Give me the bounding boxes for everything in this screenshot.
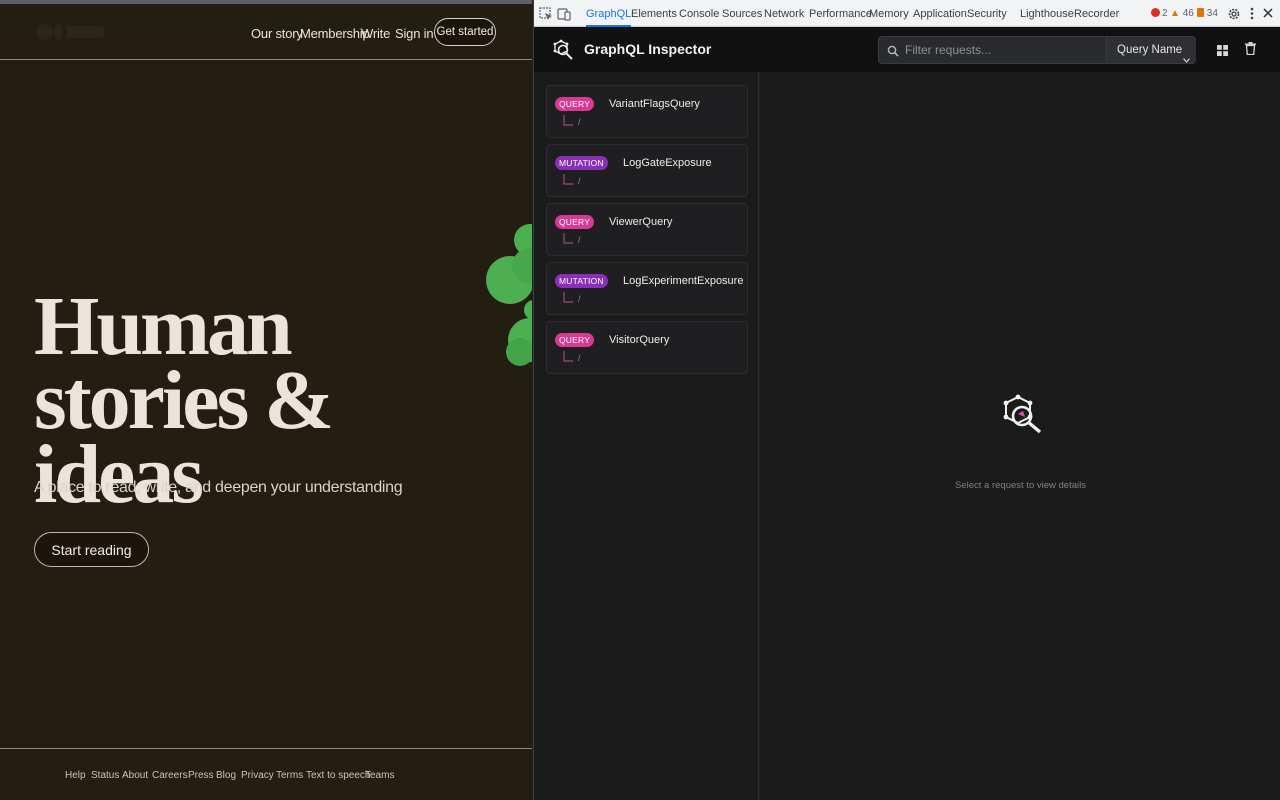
- site-header: Our story Membership Write Sign in Get s…: [0, 4, 532, 60]
- footer-link-blog[interactable]: Blog: [216, 770, 236, 781]
- tab-lighthouse[interactable]: Lighthouse: [1020, 0, 1074, 27]
- request-item[interactable]: QUERY VisitorQuery /: [546, 321, 748, 374]
- nav-sign-in[interactable]: Sign in: [395, 26, 434, 41]
- chevron-down-icon: [1183, 47, 1190, 63]
- search-icon: [887, 44, 899, 57]
- site-logo[interactable]: [36, 22, 106, 42]
- branch-connector-icon: [563, 114, 575, 126]
- request-path: /: [578, 294, 581, 304]
- kebab-menu-icon[interactable]: [1249, 6, 1255, 21]
- warning-icon: ▲: [1170, 8, 1180, 19]
- footer-link-careers[interactable]: Careers: [152, 770, 188, 781]
- error-count[interactable]: 2: [1151, 8, 1168, 20]
- footer-link-teams[interactable]: Teams: [365, 770, 394, 781]
- layout-grid-icon[interactable]: [1217, 43, 1228, 56]
- tab-performance[interactable]: Performance: [809, 0, 872, 27]
- clear-trash-icon[interactable]: [1245, 42, 1256, 56]
- tab-memory[interactable]: Memory: [869, 0, 909, 27]
- request-name: ViewerQuery: [609, 216, 673, 228]
- query-badge: QUERY: [555, 215, 595, 229]
- request-item[interactable]: MUTATION LogExperimentExposure /: [546, 262, 748, 315]
- footer-link-privacy[interactable]: Privacy: [241, 770, 274, 781]
- branch-connector-icon: [563, 291, 575, 303]
- filter-type-value: Query Name: [1117, 44, 1183, 56]
- tab-graphql[interactable]: GraphQL: [586, 0, 632, 27]
- tab-recorder[interactable]: Recorder: [1074, 0, 1119, 27]
- tab-application[interactable]: Application: [913, 0, 967, 27]
- request-name: VariantFlagsQuery: [609, 98, 700, 110]
- footer-link-about[interactable]: About: [122, 770, 148, 781]
- close-devtools-icon[interactable]: [1261, 6, 1275, 20]
- site-footer: Help Status About Careers Press Blog Pri…: [0, 748, 532, 800]
- inspect-element-icon[interactable]: [539, 7, 553, 21]
- request-item[interactable]: MUTATION LogGateExposure /: [546, 144, 748, 197]
- request-path: /: [578, 176, 581, 186]
- request-name: VisitorQuery: [609, 334, 670, 346]
- devtools-panel: GraphQL Elements Console Sources Network…: [533, 0, 1280, 800]
- tab-sources[interactable]: Sources: [722, 0, 762, 27]
- request-item[interactable]: QUERY VariantFlagsQuery /: [546, 85, 748, 138]
- filter-requests-input[interactable]: [905, 37, 1105, 63]
- warning-count[interactable]: ▲ 46: [1170, 8, 1194, 20]
- device-toolbar-icon[interactable]: [557, 7, 571, 21]
- filter-type-select[interactable]: Query Name: [1106, 37, 1196, 63]
- mutation-badge: MUTATION: [555, 156, 608, 170]
- request-path: /: [578, 353, 581, 363]
- settings-gear-icon[interactable]: [1227, 7, 1241, 21]
- warning-count-value: 46: [1182, 8, 1194, 19]
- request-path: /: [578, 235, 581, 245]
- request-list: QUERY VariantFlagsQuery / MUTATION LogGa…: [534, 72, 759, 800]
- query-badge: QUERY: [555, 333, 595, 347]
- issues-count-value: 34: [1206, 8, 1218, 19]
- error-count-value: 2: [1162, 8, 1168, 19]
- query-badge: QUERY: [555, 97, 595, 111]
- tab-security[interactable]: Security: [967, 0, 1007, 27]
- footer-link-press[interactable]: Press: [188, 770, 214, 781]
- inspector-header: GraphQL Inspector Query Name: [534, 27, 1280, 72]
- empty-state-message: Select a request to view details: [955, 480, 1086, 491]
- request-path: /: [578, 117, 581, 127]
- inspector-title: GraphQL Inspector: [584, 41, 712, 57]
- request-item[interactable]: QUERY ViewerQuery /: [546, 203, 748, 256]
- request-name: LogGateExposure: [623, 157, 712, 169]
- hero-subtitle: A place to read, write, and deepen your …: [34, 479, 403, 496]
- nav-write[interactable]: Write: [361, 26, 390, 41]
- branch-connector-icon: [563, 350, 575, 362]
- footer-link-terms[interactable]: Terms: [276, 770, 303, 781]
- nav-membership[interactable]: Membership: [300, 26, 370, 41]
- mutation-badge: MUTATION: [555, 274, 608, 288]
- footer-link-text-to-speech[interactable]: Text to speech: [306, 770, 370, 781]
- issues-icon: [1197, 8, 1204, 17]
- start-reading-button[interactable]: Start reading: [34, 532, 149, 567]
- nav-our-story[interactable]: Our story: [251, 26, 303, 41]
- website-viewport: Our story Membership Write Sign in Get s…: [0, 0, 532, 800]
- get-started-button[interactable]: Get started: [434, 18, 496, 46]
- devtools-tabbar: GraphQL Elements Console Sources Network…: [534, 0, 1280, 27]
- branch-connector-icon: [563, 173, 575, 185]
- request-name: LogExperimentExposure: [623, 275, 744, 287]
- graphql-inspector-empty-icon: [1000, 394, 1044, 438]
- tab-elements[interactable]: Elements: [631, 0, 677, 27]
- issues-count[interactable]: 34: [1197, 8, 1218, 20]
- tab-console[interactable]: Console: [679, 0, 719, 27]
- footer-link-status[interactable]: Status: [91, 770, 119, 781]
- branch-connector-icon: [563, 232, 575, 244]
- request-detail-pane: Select a request to view details: [760, 72, 1280, 800]
- footer-link-help[interactable]: Help: [65, 770, 86, 781]
- error-icon: [1151, 8, 1160, 17]
- filter-bar: Query Name: [878, 36, 1196, 64]
- graphql-inspector-logo-icon: [552, 39, 574, 61]
- tab-network[interactable]: Network: [764, 0, 804, 27]
